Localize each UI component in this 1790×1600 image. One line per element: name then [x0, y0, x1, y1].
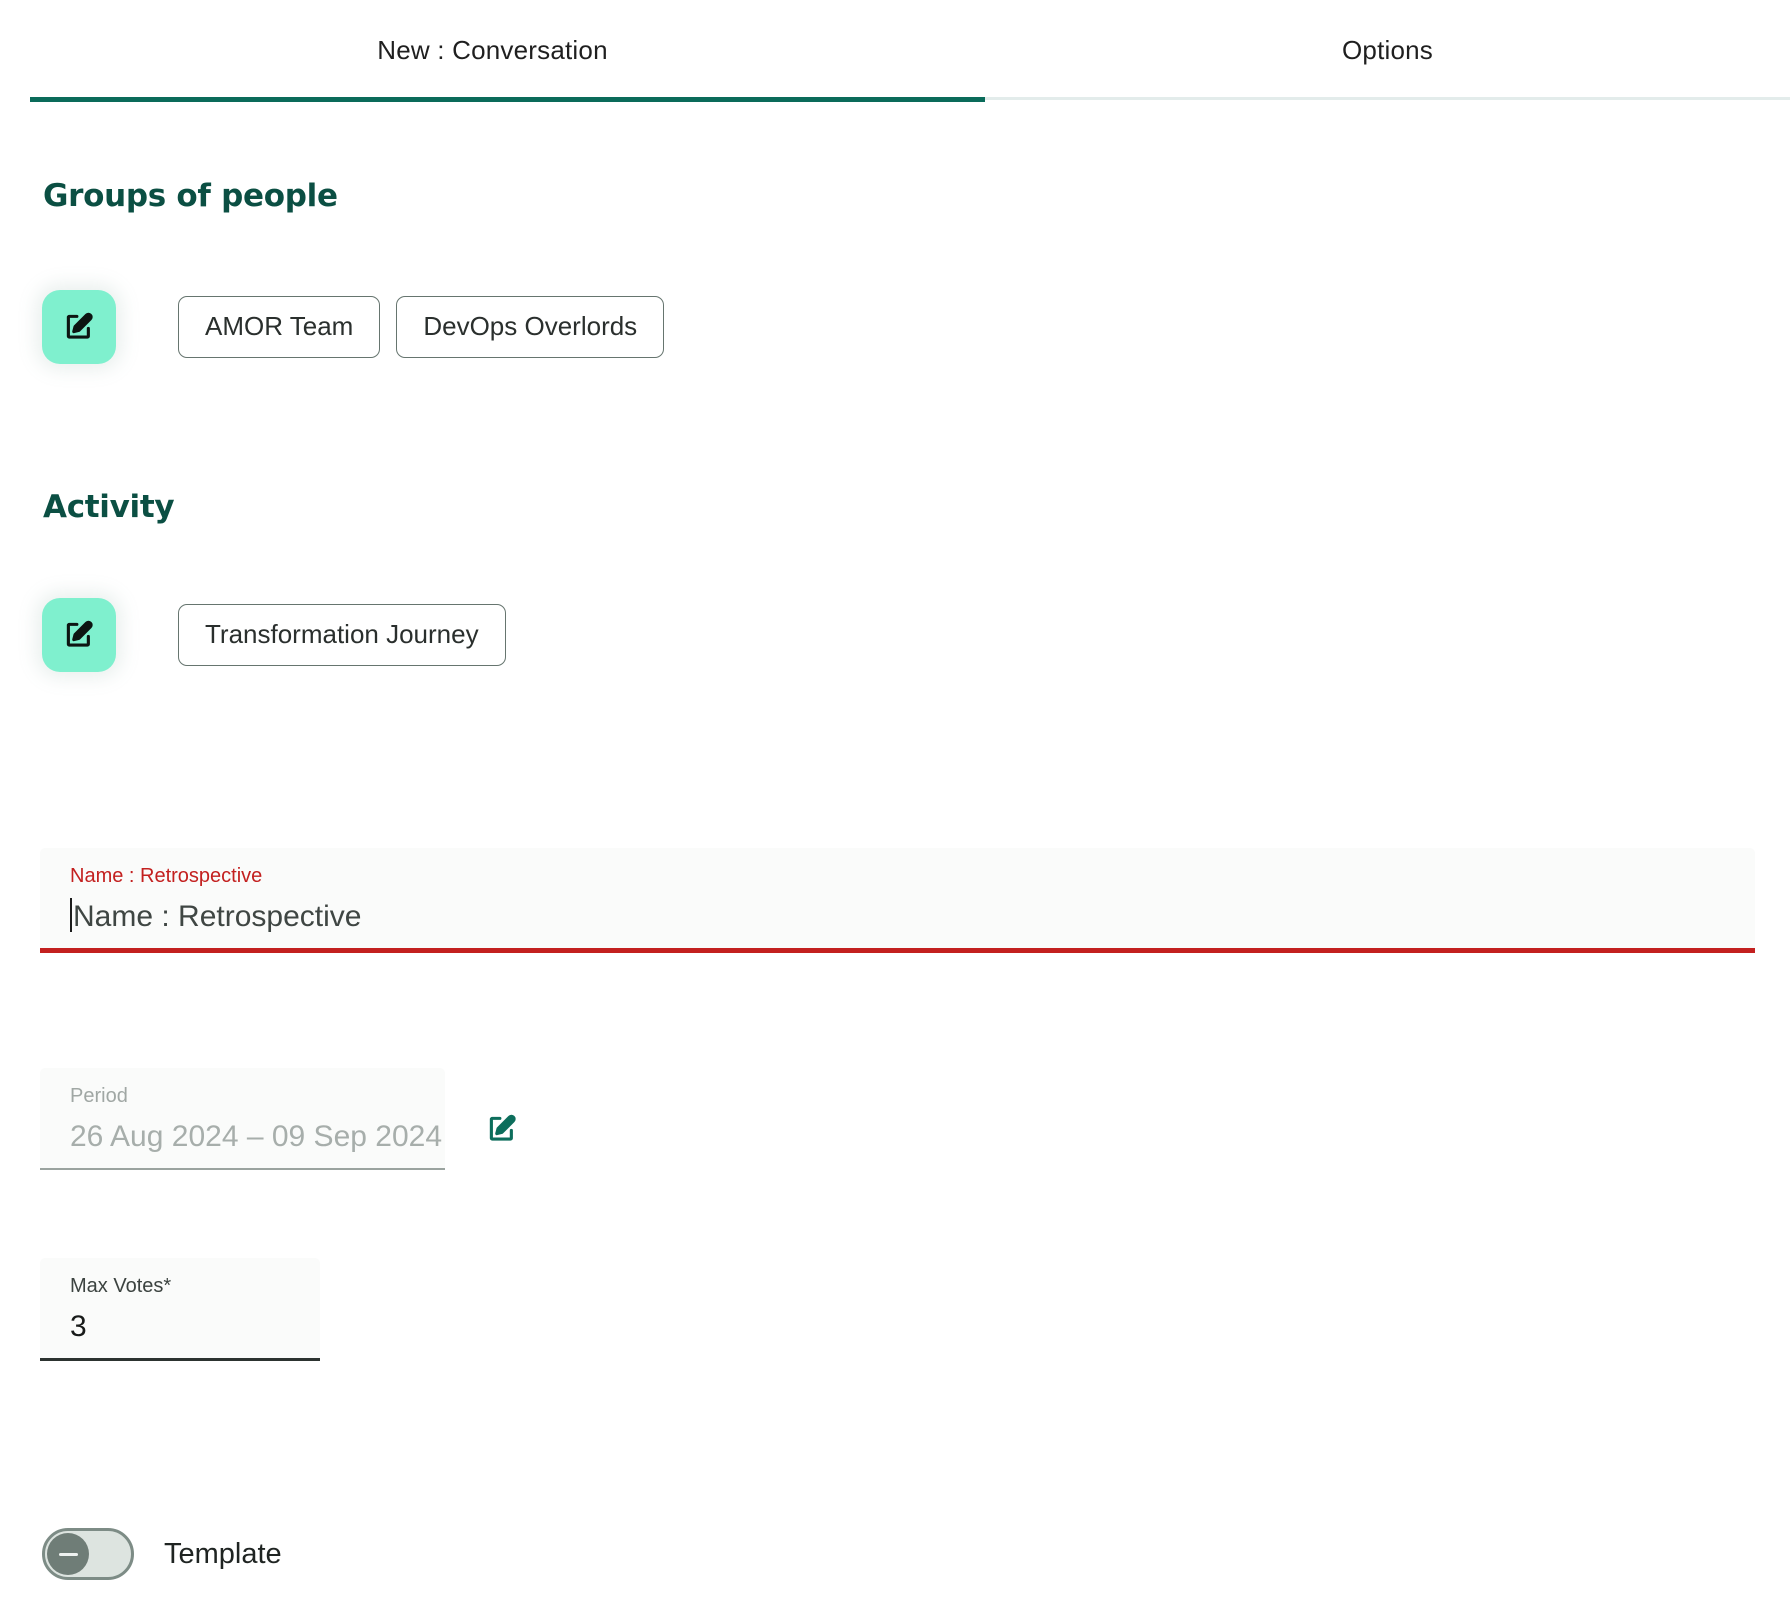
- name-field[interactable]: Name : Retrospective Name : Retrospectiv…: [40, 848, 1755, 953]
- period-field: Period 26 Aug 2024 – 09 Sep 2024: [40, 1068, 445, 1170]
- tab-new-conversation-label: New : Conversation: [377, 34, 608, 65]
- minus-icon: [58, 1552, 78, 1556]
- template-toggle[interactable]: [42, 1528, 134, 1580]
- name-field-label: Name : Retrospective: [70, 865, 263, 887]
- tab-options[interactable]: Options: [985, 0, 1790, 100]
- edit-groups-button[interactable]: [42, 290, 116, 364]
- period-field-label: Period: [70, 1085, 128, 1107]
- activity-row: Transformation Journey: [42, 598, 506, 672]
- groups-chip-list: AMOR Team DevOps Overlords: [178, 296, 665, 358]
- tab-bar: New : Conversation Options: [0, 0, 1790, 108]
- chip-amor-team[interactable]: AMOR Team: [178, 296, 381, 358]
- edit-square-pencil-icon: [62, 310, 96, 344]
- section-heading-activity: Activity: [43, 489, 175, 525]
- period-field-value: 26 Aug 2024 – 09 Sep 2024: [70, 1120, 443, 1153]
- name-field-value: Name : Retrospective: [73, 900, 362, 933]
- max-votes-field-value: 3: [70, 1310, 87, 1343]
- template-toggle-knob: [47, 1533, 89, 1575]
- tab-active-indicator: [30, 97, 985, 102]
- max-votes-field[interactable]: Max Votes* 3: [40, 1258, 320, 1361]
- edit-activity-button[interactable]: [42, 598, 116, 672]
- tab-options-label: Options: [1341, 34, 1433, 65]
- section-heading-groups-of-people: Groups of people: [43, 178, 338, 214]
- name-field-value-wrap: Name : Retrospective: [70, 898, 1725, 936]
- template-toggle-label: Template: [164, 1537, 282, 1570]
- edit-square-pencil-icon: [62, 618, 96, 652]
- chip-transformation-journey[interactable]: Transformation Journey: [178, 604, 506, 666]
- activity-chip-list: Transformation Journey: [178, 604, 506, 666]
- max-votes-field-label: Max Votes*: [70, 1275, 172, 1297]
- edit-period-button[interactable]: [485, 1112, 519, 1146]
- groups-of-people-row: AMOR Team DevOps Overlords: [42, 290, 665, 364]
- edit-square-pencil-icon: [485, 1114, 519, 1149]
- tab-new-conversation[interactable]: New : Conversation: [0, 0, 985, 100]
- chip-devops-overlords[interactable]: DevOps Overlords: [396, 296, 665, 358]
- text-caret: [70, 898, 72, 932]
- template-toggle-row: Template: [42, 1528, 282, 1580]
